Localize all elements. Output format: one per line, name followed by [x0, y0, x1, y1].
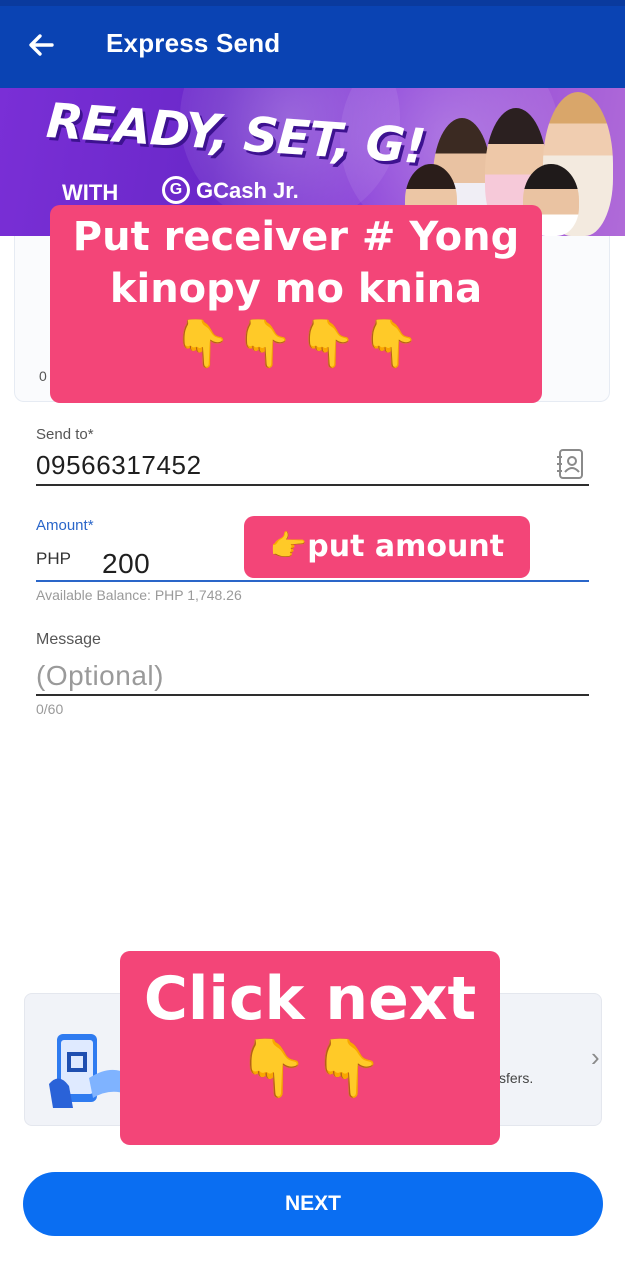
phone-qr-illustration: [49, 1024, 129, 1108]
pointing-down-icon: 👇: [312, 1036, 383, 1101]
pointing-down-icon: 👇: [361, 316, 419, 370]
amount-instruction-overlay: 👉put amount: [244, 516, 530, 578]
page-title: Express Send: [106, 28, 281, 58]
amount-instruction-text: put amount: [307, 529, 505, 564]
pointing-down-icon: 👇: [298, 316, 357, 370]
card-partial-text: 0: [39, 368, 47, 384]
pointing-down-hands: 👇 👇 👇 👇: [50, 315, 542, 371]
send-to-input[interactable]: 09566317452: [36, 450, 202, 481]
message-counter: 0/60: [36, 701, 64, 717]
pointing-down-icon: 👇: [237, 1036, 308, 1101]
send-to-label: Send to*: [36, 426, 94, 443]
message-input[interactable]: (Optional): [36, 660, 164, 692]
receiver-instruction-line1: Put receiver # Yong: [72, 214, 520, 260]
next-instruction-overlay: Click next 👇 👇: [120, 951, 500, 1145]
pointing-down-icon: 👇: [173, 316, 231, 370]
amount-input[interactable]: 200: [102, 548, 150, 580]
contacts-book-icon[interactable]: [556, 448, 586, 480]
chevron-right-icon[interactable]: ›: [591, 1042, 600, 1073]
message-underline: [36, 694, 589, 696]
pointing-right-icon: 👉: [269, 529, 308, 564]
receiver-instruction-line2: kinopy mo knina: [109, 266, 483, 312]
send-to-underline: [36, 484, 589, 486]
app-header: Express Send: [0, 0, 625, 88]
arrow-left-icon[interactable]: [24, 28, 58, 62]
promo-partial-text: sfers.: [499, 1070, 534, 1086]
banner-with-text: WITH: [62, 180, 119, 205]
amount-underline: [36, 580, 589, 582]
next-instruction-text: Click next: [143, 964, 477, 1034]
message-label: Message: [36, 631, 101, 648]
currency-label: PHP: [36, 549, 71, 568]
amount-label: Amount*: [36, 517, 94, 534]
status-strip: [0, 0, 625, 6]
receiver-instruction-overlay: Put receiver # Yong kinopy mo knina 👇 👇 …: [50, 205, 542, 403]
next-button[interactable]: NEXT: [23, 1172, 603, 1236]
available-balance: Available Balance: PHP 1,748.26: [36, 587, 242, 603]
pointing-down-hands: 👇 👇: [120, 1041, 500, 1097]
pointing-down-icon: 👇: [235, 316, 294, 370]
banner-brand: GCash Jr.: [196, 178, 299, 203]
gcash-logo-icon: G: [162, 176, 190, 204]
